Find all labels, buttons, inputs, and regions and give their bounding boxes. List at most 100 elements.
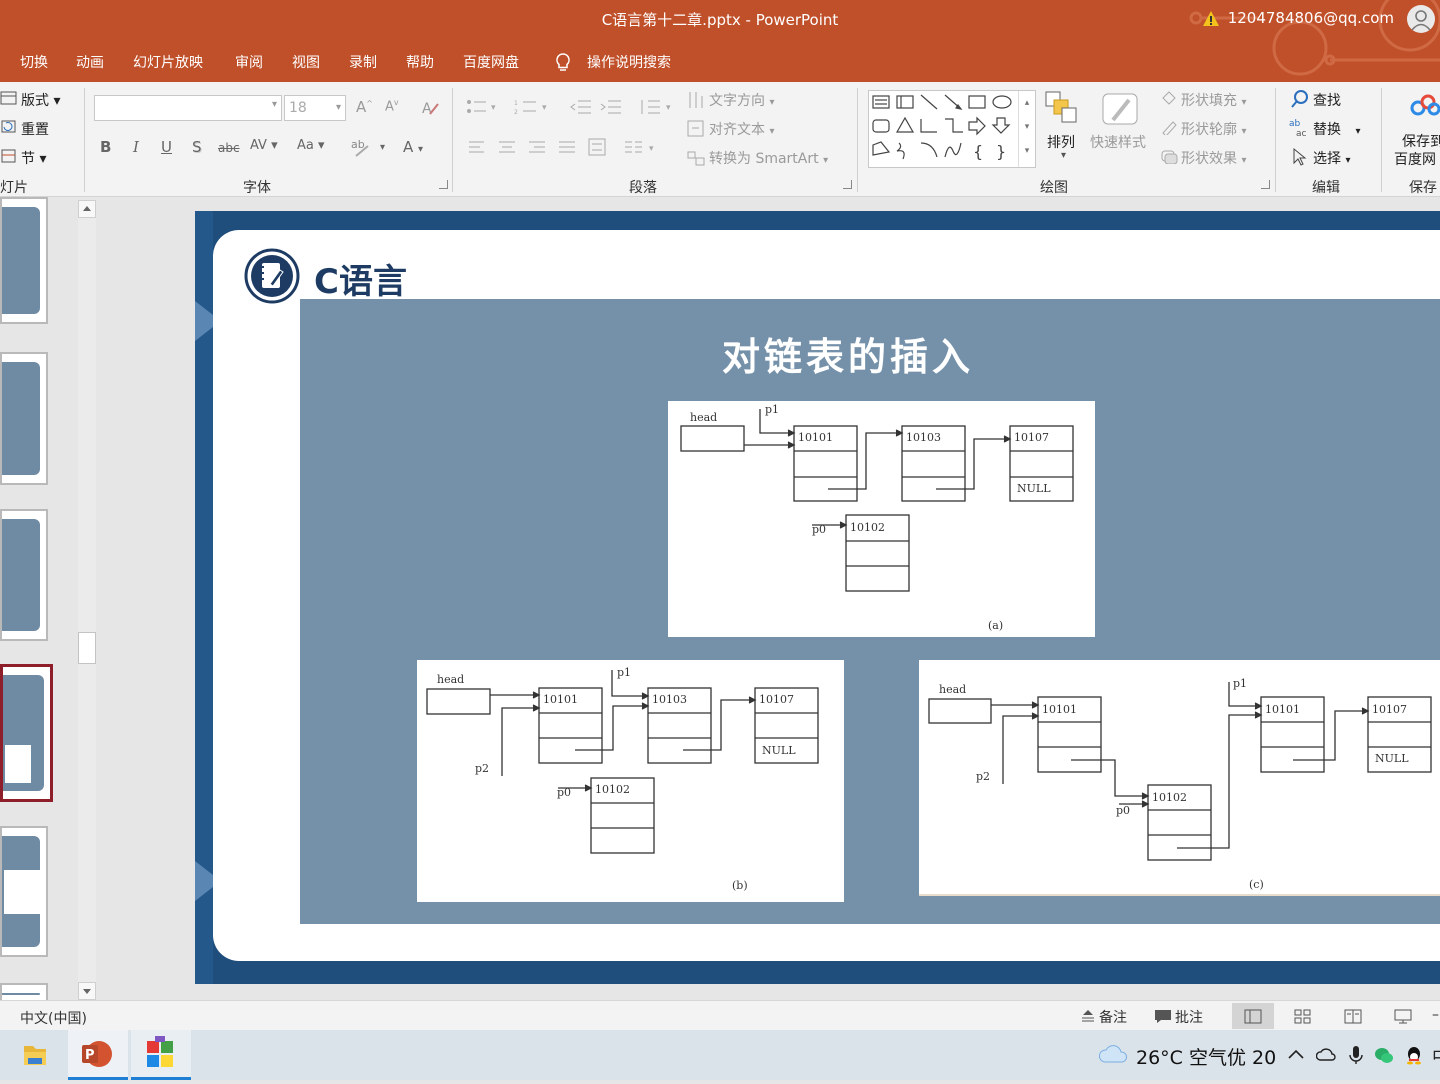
columns-icon[interactable]: ▾ <box>624 140 660 154</box>
shapes-gallery[interactable]: {} ▴ ▾ ▾ <box>868 90 1036 168</box>
account-email[interactable]: 1204784806@qq.com <box>1228 9 1394 27</box>
wechat-icon[interactable] <box>1374 1045 1394 1065</box>
ribbon-separator <box>452 88 453 192</box>
char-spacing-button[interactable]: AV ▾ <box>250 138 278 153</box>
align-center-icon[interactable] <box>498 140 516 154</box>
align-left-icon[interactable] <box>468 140 486 154</box>
arrange-button[interactable]: 排列 <box>1047 132 1075 152</box>
chevron-down-icon: ▾ <box>271 99 277 110</box>
qq-penguin-icon[interactable] <box>1404 1045 1424 1065</box>
user-avatar-icon[interactable] <box>1407 5 1435 33</box>
increase-font-icon[interactable]: A^ <box>356 98 373 116</box>
tab-view[interactable]: 视图 <box>292 52 320 72</box>
font-name-combo[interactable]: ▾ <box>94 95 282 121</box>
section-icon <box>1 149 16 163</box>
tab-review[interactable]: 审阅 <box>235 52 263 72</box>
slide-sorter-view-icon[interactable] <box>1294 1009 1312 1024</box>
slide-thumbnail-selected[interactable] <box>0 664 53 802</box>
align-right-icon[interactable] <box>528 140 546 154</box>
tab-help[interactable]: 帮助 <box>406 52 434 72</box>
font-dialog-launcher-icon[interactable] <box>439 180 448 189</box>
decrease-indent-icon[interactable] <box>570 98 592 116</box>
layout-button[interactable]: 版式 ▾ <box>21 90 60 110</box>
shape-fill-button[interactable]: 形状填充 ▾ <box>1181 90 1246 110</box>
tab-record[interactable]: 录制 <box>349 52 377 72</box>
tab-slideshow[interactable]: 幻灯片放映 <box>133 52 203 72</box>
gallery-scroll[interactable]: ▴ ▾ ▾ <box>1018 91 1035 167</box>
find-button[interactable]: 查找 <box>1313 90 1341 110</box>
microphone-icon[interactable] <box>1346 1045 1366 1065</box>
distributed-icon[interactable] <box>588 138 606 156</box>
normal-view-icon[interactable] <box>1244 1009 1262 1024</box>
reading-view-icon[interactable] <box>1344 1009 1362 1024</box>
zoom-out-icon[interactable]: – <box>1432 1007 1439 1023</box>
app-taskbar-icon[interactable] <box>131 1030 191 1080</box>
increase-indent-icon[interactable] <box>600 98 622 116</box>
scroll-thumb[interactable] <box>78 632 96 664</box>
weather-cloud-icon[interactable] <box>1097 1044 1129 1066</box>
linked-list-figure-a[interactable]: head p1 p0 10101 10103 10107 NULL 10102 … <box>668 401 1095 637</box>
weather-text[interactable]: 26°C 空气优 20 <box>1136 1043 1276 1070</box>
tab-animations[interactable]: 动画 <box>76 52 104 72</box>
font-color-button[interactable]: A ▾ <box>403 138 423 156</box>
slide-thumbnail[interactable] <box>0 352 48 485</box>
save-to-baidu-line1[interactable]: 保存到 <box>1402 131 1440 151</box>
file-explorer-icon[interactable] <box>4 1030 64 1080</box>
chevron-down-icon[interactable]: ▾ <box>380 142 385 153</box>
scroll-up-arrow-icon[interactable] <box>78 200 96 218</box>
highlight-icon[interactable]: ab <box>350 136 376 158</box>
numbering-icon[interactable]: 1 2 ▾ <box>514 98 554 116</box>
paragraph-dialog-launcher-icon[interactable] <box>843 180 852 189</box>
replace-button[interactable]: 替换 ▾ <box>1313 119 1360 139</box>
font-size-combo[interactable]: 18 ▾ <box>284 95 346 121</box>
select-icon <box>1293 147 1307 166</box>
slide-thumbnail[interactable] <box>0 509 48 641</box>
lightbulb-icon[interactable] <box>554 52 572 72</box>
warning-icon[interactable] <box>1202 10 1220 28</box>
tab-baidu-netdisk[interactable]: 百度网盘 <box>463 52 519 72</box>
shape-outline-button[interactable]: 形状轮廓 ▾ <box>1181 119 1246 139</box>
powerpoint-taskbar-icon[interactable]: P <box>68 1030 128 1080</box>
strikethrough-button[interactable]: abc <box>218 141 240 155</box>
scroll-down-arrow-icon[interactable] <box>78 982 96 1000</box>
comments-button[interactable]: 批注 <box>1175 1007 1203 1027</box>
bold-button[interactable]: B <box>100 138 111 156</box>
change-case-button[interactable]: Aa ▾ <box>297 138 325 153</box>
notes-button[interactable]: 备注 <box>1099 1007 1127 1027</box>
section-button[interactable]: 节 ▾ <box>21 148 46 168</box>
node-label: 10101 <box>543 693 578 706</box>
shape-fill-label: 形状填充 <box>1181 93 1237 109</box>
shape-effects-button[interactable]: 形状效果 ▾ <box>1181 148 1246 168</box>
layout-icon <box>0 91 17 105</box>
linked-list-figure-c[interactable]: head p1 p2 p0 10101 10102 10101 10107 NU… <box>919 660 1440 896</box>
quick-styles-button[interactable]: 快速样式 <box>1090 132 1146 152</box>
reset-button[interactable]: 重置 <box>21 119 49 139</box>
shadow-button[interactable]: S <box>192 138 202 156</box>
tell-me-search[interactable]: 操作说明搜索 <box>587 52 671 72</box>
align-text-button[interactable]: 对齐文本 ▾ <box>709 119 774 139</box>
italic-button[interactable]: I <box>133 138 139 156</box>
save-to-baidu-line2[interactable]: 百度网 <box>1394 149 1436 169</box>
label-p1: p1 <box>1233 677 1248 690</box>
slide-thumbnail[interactable] <box>0 197 48 324</box>
chevron-up-icon[interactable] <box>1286 1045 1306 1065</box>
slideshow-view-icon[interactable] <box>1394 1009 1412 1024</box>
text-direction-button[interactable]: 文字方向 ▾ <box>709 90 774 110</box>
tab-transitions[interactable]: 切换 <box>20 52 48 72</box>
onedrive-cloud-icon[interactable] <box>1316 1045 1336 1065</box>
language-indicator[interactable]: 中文(中国) <box>20 1008 87 1028</box>
justify-icon[interactable] <box>558 140 576 154</box>
slide-thumbnail[interactable] <box>0 826 48 957</box>
thumbnail-scrollbar[interactable] <box>78 200 96 1000</box>
line-spacing-icon[interactable]: ▾ <box>638 98 674 116</box>
drawing-dialog-launcher-icon[interactable] <box>1261 180 1270 189</box>
thumbnail-preview <box>2 207 40 314</box>
notebook-logo-icon <box>244 248 300 304</box>
underline-button[interactable]: U <box>161 138 172 156</box>
linked-list-figure-b[interactable]: head p1 p2 p0 10101 10103 10107 NULL 101… <box>417 660 844 902</box>
convert-smartart-button[interactable]: 转换为 SmartArt ▾ <box>709 148 828 168</box>
bullets-icon[interactable]: ▾ <box>466 98 500 116</box>
select-button[interactable]: 选择 ▾ <box>1313 148 1350 168</box>
clear-formatting-icon[interactable]: A <box>420 98 442 118</box>
decrease-font-icon[interactable]: Av <box>385 98 399 114</box>
